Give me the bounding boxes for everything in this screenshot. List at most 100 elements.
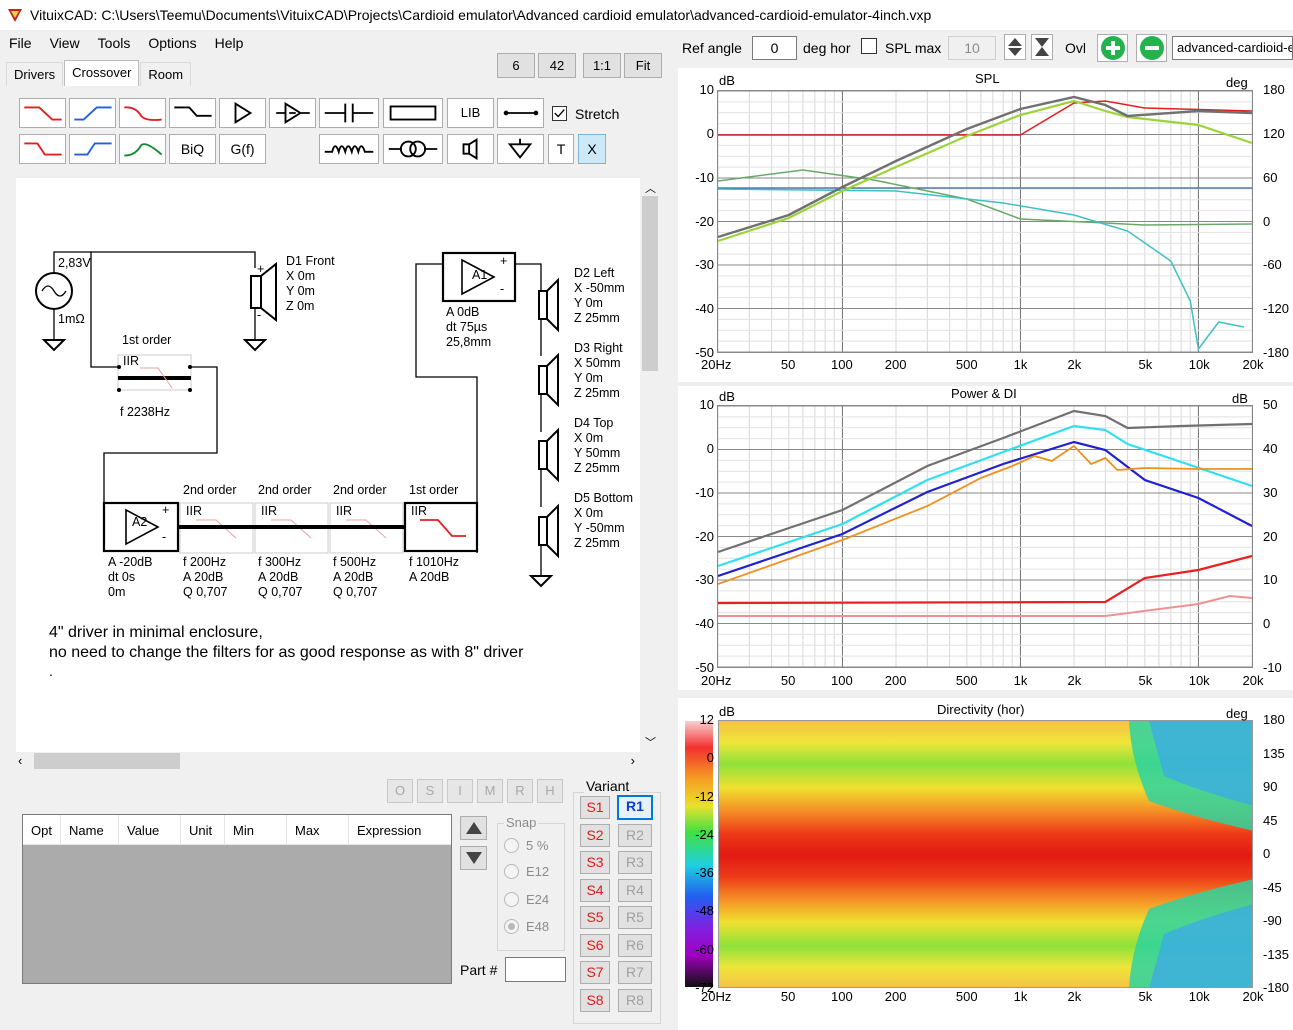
variant-s6-button[interactable]: S6 [580, 934, 610, 957]
directivity-heatmap[interactable] [718, 720, 1253, 988]
variant-r4-button[interactable]: R4 [618, 879, 652, 902]
opt-i-button[interactable]: I [447, 779, 473, 803]
col-name[interactable]: Name [61, 815, 119, 844]
amplifier-tool-icon[interactable] [219, 98, 266, 128]
variant-s8-button[interactable]: S8 [580, 989, 610, 1012]
transformer-tool-icon[interactable] [383, 134, 443, 164]
biquad-tool-button[interactable]: BiQ [169, 134, 216, 164]
opt-s-button[interactable]: S [417, 779, 443, 803]
variant-s1-button[interactable]: S1 [580, 796, 610, 819]
ground-tool-icon[interactable] [497, 134, 544, 164]
delete-tool-button[interactable]: X [578, 134, 606, 164]
add-overlay-icon[interactable] [1097, 34, 1128, 62]
snap-5-percent-radio[interactable]: 5 % [504, 838, 548, 853]
schematic-horizontal-scrollbar[interactable]: ‹ › [16, 752, 640, 770]
inductor-tool-icon[interactable] [319, 134, 379, 164]
project-name-field[interactable]: advanced-cardioid-e [1172, 36, 1293, 60]
tab-crossover[interactable]: Crossover [64, 60, 140, 86]
opt-m-button[interactable]: M [477, 779, 503, 803]
bandstop-red-tool-icon[interactable] [119, 98, 166, 128]
opt-o-button[interactable]: O [387, 779, 413, 803]
variant-r5-button[interactable]: R5 [618, 906, 652, 929]
resistor-tool-icon[interactable] [383, 98, 443, 128]
left-tick-label: 0 [706, 440, 714, 456]
col-max[interactable]: Max [287, 815, 349, 844]
col-min[interactable]: Min [225, 815, 287, 844]
snap-e12-radio[interactable]: E12 [504, 864, 549, 879]
move-up-icon[interactable] [460, 816, 487, 840]
spl-max-checkbox[interactable] [861, 38, 877, 54]
variant-r8-button[interactable]: R8 [618, 989, 652, 1012]
variant-s3-button[interactable]: S3 [580, 851, 610, 874]
f4-title: 2nd order [333, 483, 387, 497]
buffer-tool-icon[interactable] [269, 98, 316, 128]
scroll-right-icon[interactable]: › [631, 753, 635, 768]
variant-s7-button[interactable]: S7 [580, 961, 610, 984]
variant-s5-button[interactable]: S5 [580, 906, 610, 929]
variant-r7-button[interactable]: R7 [618, 961, 652, 984]
schematic-vertical-scrollbar[interactable]: ︿ ﹀ [641, 178, 659, 752]
variant-s2-button[interactable]: S2 [580, 824, 610, 847]
snap-e48-radio[interactable]: E48 [504, 919, 549, 934]
scroll-up-icon[interactable]: ︿ [645, 180, 656, 196]
filter1-title: 1st order [122, 333, 172, 347]
variant-r2-button[interactable]: R2 [618, 824, 652, 847]
vertical-scroll-thumb[interactable] [642, 196, 658, 371]
spl-max-input[interactable]: 10 [948, 36, 996, 60]
col-opt[interactable]: Opt [23, 815, 61, 844]
wire-tool-icon[interactable] [497, 98, 544, 128]
menu-tools[interactable]: Tools [89, 32, 140, 56]
spl-plot-area[interactable] [717, 90, 1253, 353]
remove-overlay-icon[interactable] [1136, 34, 1167, 62]
menu-options[interactable]: Options [139, 32, 205, 56]
move-down-icon[interactable] [460, 846, 487, 870]
tab-room[interactable]: Room [140, 62, 192, 86]
col-expression[interactable]: Expression [349, 815, 451, 844]
d2-z: Z 25mm [574, 311, 620, 325]
speaker-tool-icon[interactable] [447, 134, 494, 164]
scroll-down-icon[interactable]: ﹀ [645, 734, 656, 750]
zoom-6-button[interactable]: 6 [497, 53, 535, 78]
col-value[interactable]: Value [119, 815, 181, 844]
menu-view[interactable]: View [41, 32, 89, 56]
opt-h-button[interactable]: H [537, 779, 563, 803]
variant-r3-button[interactable]: R3 [618, 851, 652, 874]
shelf-tool-icon[interactable] [169, 98, 216, 128]
capacitor-tool-icon[interactable] [319, 98, 379, 128]
parameter-table[interactable]: Opt Name Value Unit Min Max Expression [22, 814, 452, 984]
freq-tick-label: 2k [1067, 989, 1082, 1004]
source-voltage: 2,83V [58, 256, 91, 270]
lowpass-red-tool-icon[interactable] [19, 98, 66, 128]
col-unit[interactable]: Unit [181, 815, 225, 844]
text-tool-button[interactable]: T [548, 134, 574, 164]
opt-r-button[interactable]: R [507, 779, 533, 803]
horizontal-scroll-thumb[interactable] [34, 753, 180, 769]
snap-e24-radio[interactable]: E24 [504, 892, 549, 907]
gf-tool-button[interactable]: G(f) [219, 134, 266, 164]
freq-tick-label: 50 [780, 673, 796, 688]
lowpass-tool-icon[interactable] [19, 134, 66, 164]
power-di-plot-area[interactable] [717, 405, 1253, 668]
bandpass-tool-icon[interactable] [119, 134, 166, 164]
variant-r1-button[interactable]: R1 [617, 795, 653, 820]
stretch-checkbox[interactable] [552, 106, 567, 121]
part-number-input[interactable] [505, 957, 566, 982]
zoom-42-button[interactable]: 42 [538, 53, 576, 78]
tab-drivers[interactable]: Drivers [6, 62, 64, 86]
zoom-fit-button[interactable]: Fit [624, 53, 662, 78]
ref-angle-input[interactable]: 0 [752, 36, 797, 60]
f4-q: Q 0,707 [333, 585, 378, 599]
variant-s4-button[interactable]: S4 [580, 879, 610, 902]
scroll-left-icon[interactable]: ‹ [18, 753, 22, 768]
schematic-canvas[interactable]: 2,83V 1mΩ + - D1 Front X 0m Y 0m Z 0m 1s… [16, 178, 640, 752]
spinner-up-down-icon[interactable] [1004, 34, 1026, 60]
highpass-tool-icon[interactable] [69, 134, 116, 164]
zoom-1-1-button[interactable]: 1:1 [583, 53, 621, 78]
menu-help[interactable]: Help [206, 32, 253, 56]
library-tool-button[interactable]: LIB [447, 98, 494, 128]
d2-label: D2 Left [574, 266, 615, 280]
menu-file[interactable]: File [0, 32, 41, 56]
variant-r6-button[interactable]: R6 [618, 934, 652, 957]
highpass-blue-tool-icon[interactable] [69, 98, 116, 128]
hourglass-icon[interactable] [1031, 34, 1053, 60]
